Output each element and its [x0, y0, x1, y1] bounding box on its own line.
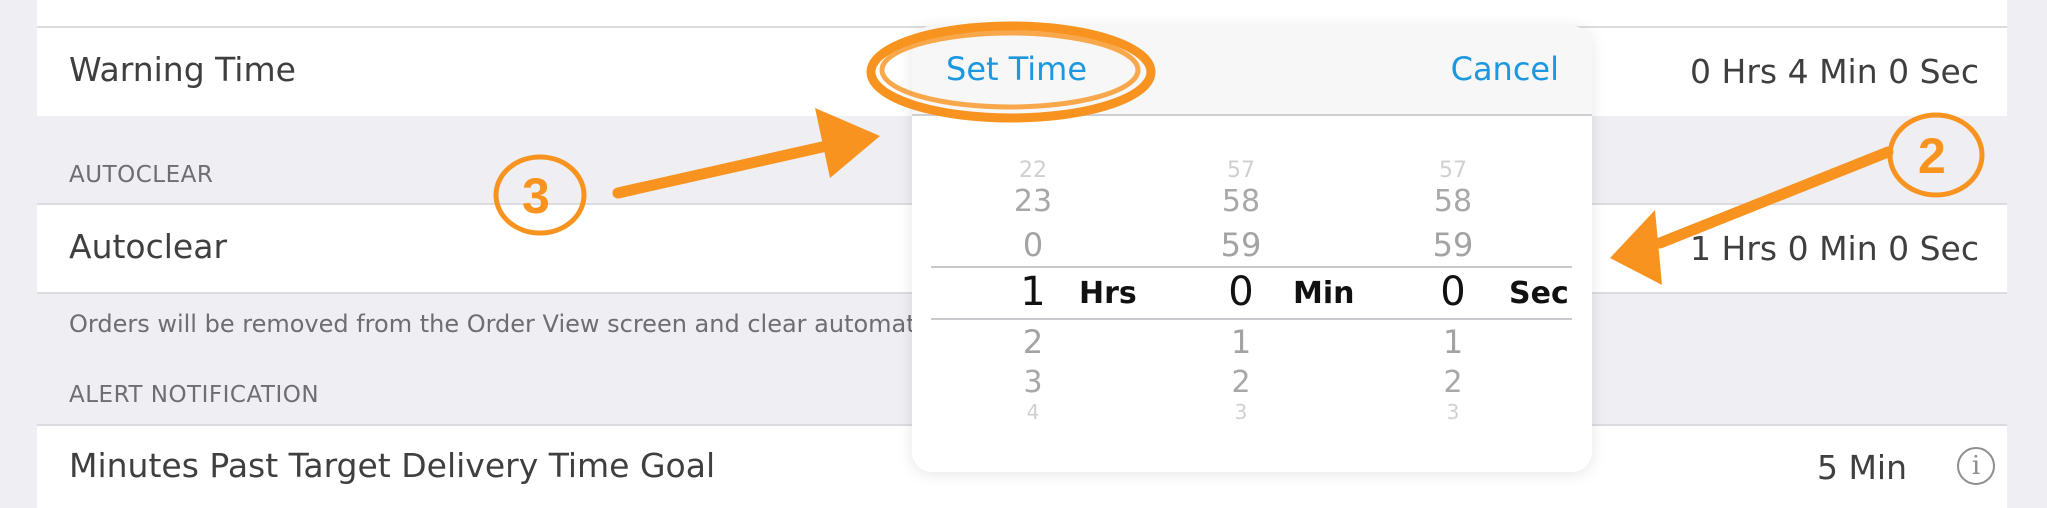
- hours-below-2: 3: [1023, 365, 1043, 400]
- seconds-above-3: 59: [1432, 226, 1474, 264]
- alert-section-header: ALERT NOTIFICATION: [69, 382, 320, 408]
- picker-selection-bottom-line: [931, 318, 1572, 320]
- callout-3-arrow-shaft: [612, 137, 846, 199]
- minutes-unit-label: Min: [1293, 276, 1355, 311]
- minutes-above-3: 59: [1220, 226, 1262, 264]
- minutes-above-2: 58: [1221, 184, 1261, 219]
- minutes-above-1: 57: [1227, 158, 1255, 183]
- seconds-above-1: 57: [1439, 158, 1467, 183]
- hours-above-1: 22: [1019, 158, 1047, 183]
- minutes-below-1: 1: [1230, 323, 1252, 361]
- callout-3-arrowhead: [815, 108, 880, 178]
- minutes-past-value: 5 Min: [1816, 448, 1907, 487]
- cancel-button[interactable]: Cancel: [1451, 50, 1559, 88]
- seconds-unit-label: Sec: [1509, 276, 1569, 311]
- minutes-below-2: 2: [1231, 365, 1251, 400]
- set-time-button[interactable]: Set Time: [946, 50, 1087, 88]
- autoclear-label: Autoclear: [69, 227, 228, 266]
- autoclear-note: Orders will be removed from the Order Vi…: [69, 310, 916, 338]
- hours-above-2: 23: [1013, 184, 1053, 219]
- popover-header-divider: [912, 114, 1592, 116]
- callout-2-circle: [1887, 112, 1985, 198]
- warning-time-value: 0 Hrs 4 Min 0 Sec: [1690, 52, 1979, 91]
- seconds-selected: 0: [1440, 269, 1466, 315]
- autoclear-value: 1 Hrs 0 Min 0 Sec: [1690, 229, 1979, 268]
- minutes-selected: 0: [1228, 269, 1254, 315]
- seconds-below-1: 1: [1442, 323, 1464, 361]
- warning-time-label: Warning Time: [69, 50, 296, 89]
- time-picker-popover: Set Time Cancel 22 23 0 1 Hrs 2 3 4 57 5…: [912, 26, 1592, 472]
- hours-unit-label: Hrs: [1079, 276, 1137, 311]
- seconds-below-3: 3: [1446, 400, 1460, 424]
- seconds-above-2: 58: [1433, 184, 1473, 219]
- autoclear-section-header: AUTOCLEAR: [69, 162, 214, 188]
- callout-2-number: 2: [1918, 128, 1946, 184]
- hours-below-1: 2: [1022, 323, 1044, 361]
- info-icon[interactable]: i: [1957, 447, 1995, 485]
- hours-selected: 1: [1020, 269, 1046, 315]
- picker-selection-top-line: [931, 266, 1572, 268]
- hours-below-3: 4: [1026, 400, 1040, 424]
- hours-above-3: 0: [1022, 226, 1044, 264]
- minutes-past-label: Minutes Past Target Delivery Time Goal: [69, 446, 716, 485]
- seconds-below-2: 2: [1443, 365, 1463, 400]
- settings-row-partial: [37, 0, 2007, 26]
- minutes-below-3: 3: [1234, 400, 1248, 424]
